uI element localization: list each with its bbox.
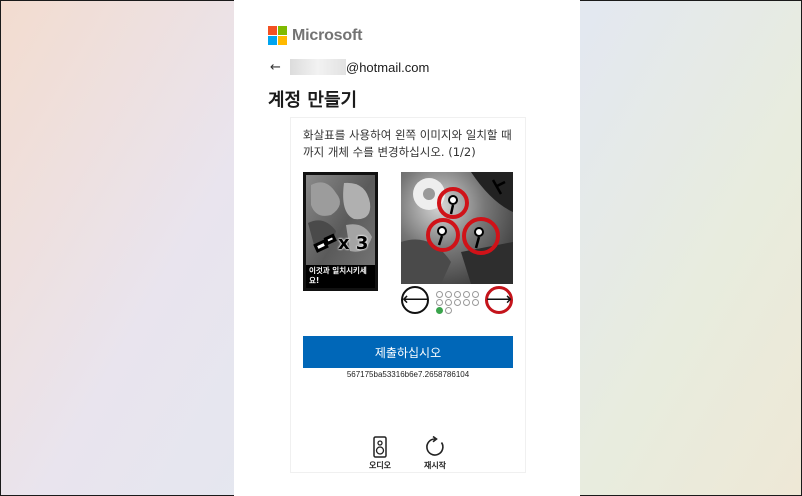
arrow-left-icon: ⟵ <box>402 289 428 310</box>
session-id: 567175ba53316b6e7.2658786104 <box>346 370 470 379</box>
logo-square <box>268 36 277 45</box>
previous-option-button[interactable]: ⟵ <box>401 286 429 314</box>
progress-dot <box>445 307 452 314</box>
logo-square <box>278 36 287 45</box>
speaker-icon <box>360 436 400 458</box>
signup-card: Microsoft ← @hotmail.com 계정 만들기 화살표를 사용하… <box>234 0 580 496</box>
progress-dot <box>463 299 470 306</box>
back-arrow-icon[interactable]: ← <box>270 60 284 75</box>
candidate-image <box>401 172 513 284</box>
email-suffix: @hotmail.com <box>346 59 430 75</box>
microsoft-logo: Microsoft <box>268 26 362 45</box>
arrow-right-icon: ⟶ <box>486 289 512 310</box>
progress-dot <box>445 291 452 298</box>
logo-square <box>278 26 287 35</box>
candidate-image-art <box>401 172 513 284</box>
puzzle-instruction: 화살표를 사용하여 왼쪽 이미지와 일치할 때까지 개체 수를 변경하십시오. … <box>303 128 512 159</box>
reload-button[interactable]: 재시작 <box>415 436 455 471</box>
progress-dot <box>436 299 443 306</box>
page-title: 계정 만들기 <box>268 90 358 111</box>
audio-label: 오디오 <box>368 461 392 470</box>
next-option-button[interactable]: ⟶ <box>485 286 513 314</box>
progress-dot <box>472 291 479 298</box>
progress-dot <box>445 299 452 306</box>
progress-dot <box>454 291 461 298</box>
reference-caption: 이것과 일치시키세요! <box>306 265 375 288</box>
audio-challenge-button[interactable]: 오디오 <box>360 436 400 471</box>
progress-dot <box>463 291 470 298</box>
email-redacted-mask <box>290 59 346 75</box>
reference-count-label: x 3 <box>338 233 369 254</box>
progress-dot <box>436 291 443 298</box>
account-identity-row: ← @hotmail.com <box>270 58 429 76</box>
reload-icon <box>415 436 455 458</box>
logo-text: Microsoft <box>292 26 363 44</box>
reload-label: 재시작 <box>423 461 447 470</box>
progress-dot <box>472 299 479 306</box>
progress-dot <box>454 299 461 306</box>
submit-button[interactable]: 제출하십시오 <box>303 336 513 368</box>
reference-image: x 3 이것과 일치시키세요! <box>303 172 378 291</box>
logo-square <box>268 26 277 35</box>
microsoft-logo-icon <box>268 26 287 45</box>
progress-dot-active <box>436 307 443 314</box>
captcha-puzzle: 화살표를 사용하여 왼쪽 이미지와 일치할 때까지 개체 수를 변경하십시오. … <box>290 117 526 473</box>
